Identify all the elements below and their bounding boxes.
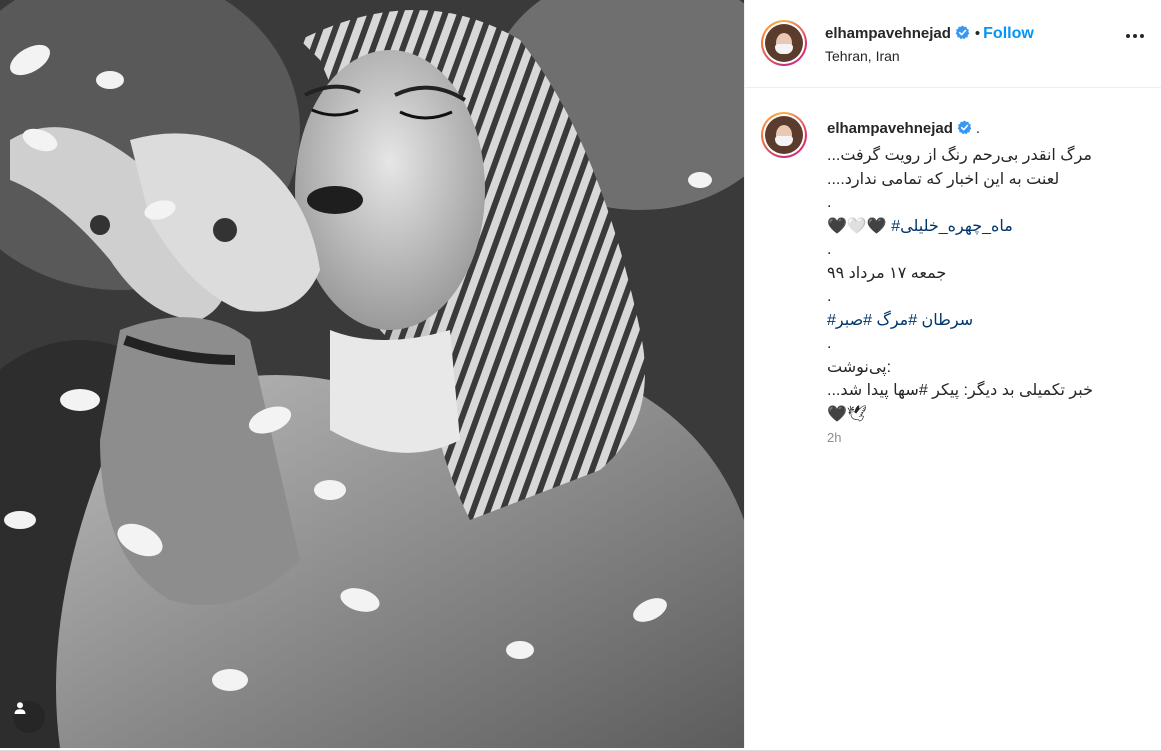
verified-badge-icon [957,120,972,135]
caption-line: جمعه ۱۷ مرداد ۹۹ [827,264,947,282]
hashtag-link[interactable]: #ماه_چهره_خلیلی [891,218,1013,235]
user-tag-icon [14,702,26,714]
user-tag-button[interactable] [13,701,45,733]
caption-line: . [827,194,832,211]
hashtag-link[interactable]: #سرطان #مرگ #صبر [827,309,1027,333]
post-header: elhampavehnejad • Follow Tehran, Iran [745,0,1161,88]
caption-line: پی‌نوشت: [827,358,892,376]
caption-line: ...مرگ انقدر بی‌رحم رنگ از رویت گرفت [827,147,1092,164]
caption-line: . [827,241,832,258]
post-photo[interactable] [0,0,744,748]
post-location[interactable]: Tehran, Iran [825,48,900,64]
more-horizontal-icon [1126,34,1130,38]
caption-hashtag-line: 🖤🤍🖤 #ماه_چهره_خلیلی [827,215,1027,239]
follow-button[interactable]: Follow [983,25,1034,42]
caption-text: ...مرگ انقدر بی‌رحم رنگ از رویت گرفت ...… [827,144,1093,426]
header-separator: • [974,25,981,42]
caption-line: ....لعنت به این اخبار که تمامی ندارد [827,170,1060,188]
caption-user-line: elhampavehnejad . [827,120,980,138]
more-options-button[interactable] [1126,34,1144,38]
caption-username[interactable]: elhampavehnejad [827,120,953,137]
caption-line: ...خبر تکمیلی بد دیگر: پیکر #سها پیدا شد [827,382,1093,399]
caption-line: . [827,288,832,305]
header-user-line: elhampavehnejad • Follow [825,25,1034,43]
hearts-emoji: 🖤🤍🖤 [827,217,887,235]
caption-avatar[interactable] [761,112,807,158]
caption-emoji-line: 🖤🕊 [827,405,868,423]
author-avatar[interactable] [761,20,807,66]
post-side-panel: elhampavehnejad • Follow Tehran, Iran elh… [744,0,1161,748]
post-timestamp[interactable]: 2h [827,430,841,445]
author-username[interactable]: elhampavehnejad [825,25,951,42]
caption-line: . [827,335,832,352]
photo-illustration [0,0,744,748]
instagram-post: elhampavehnejad • Follow Tehran, Iran elh… [0,0,1161,751]
verified-badge-icon [955,25,970,40]
caption-suffix: . [975,120,981,137]
